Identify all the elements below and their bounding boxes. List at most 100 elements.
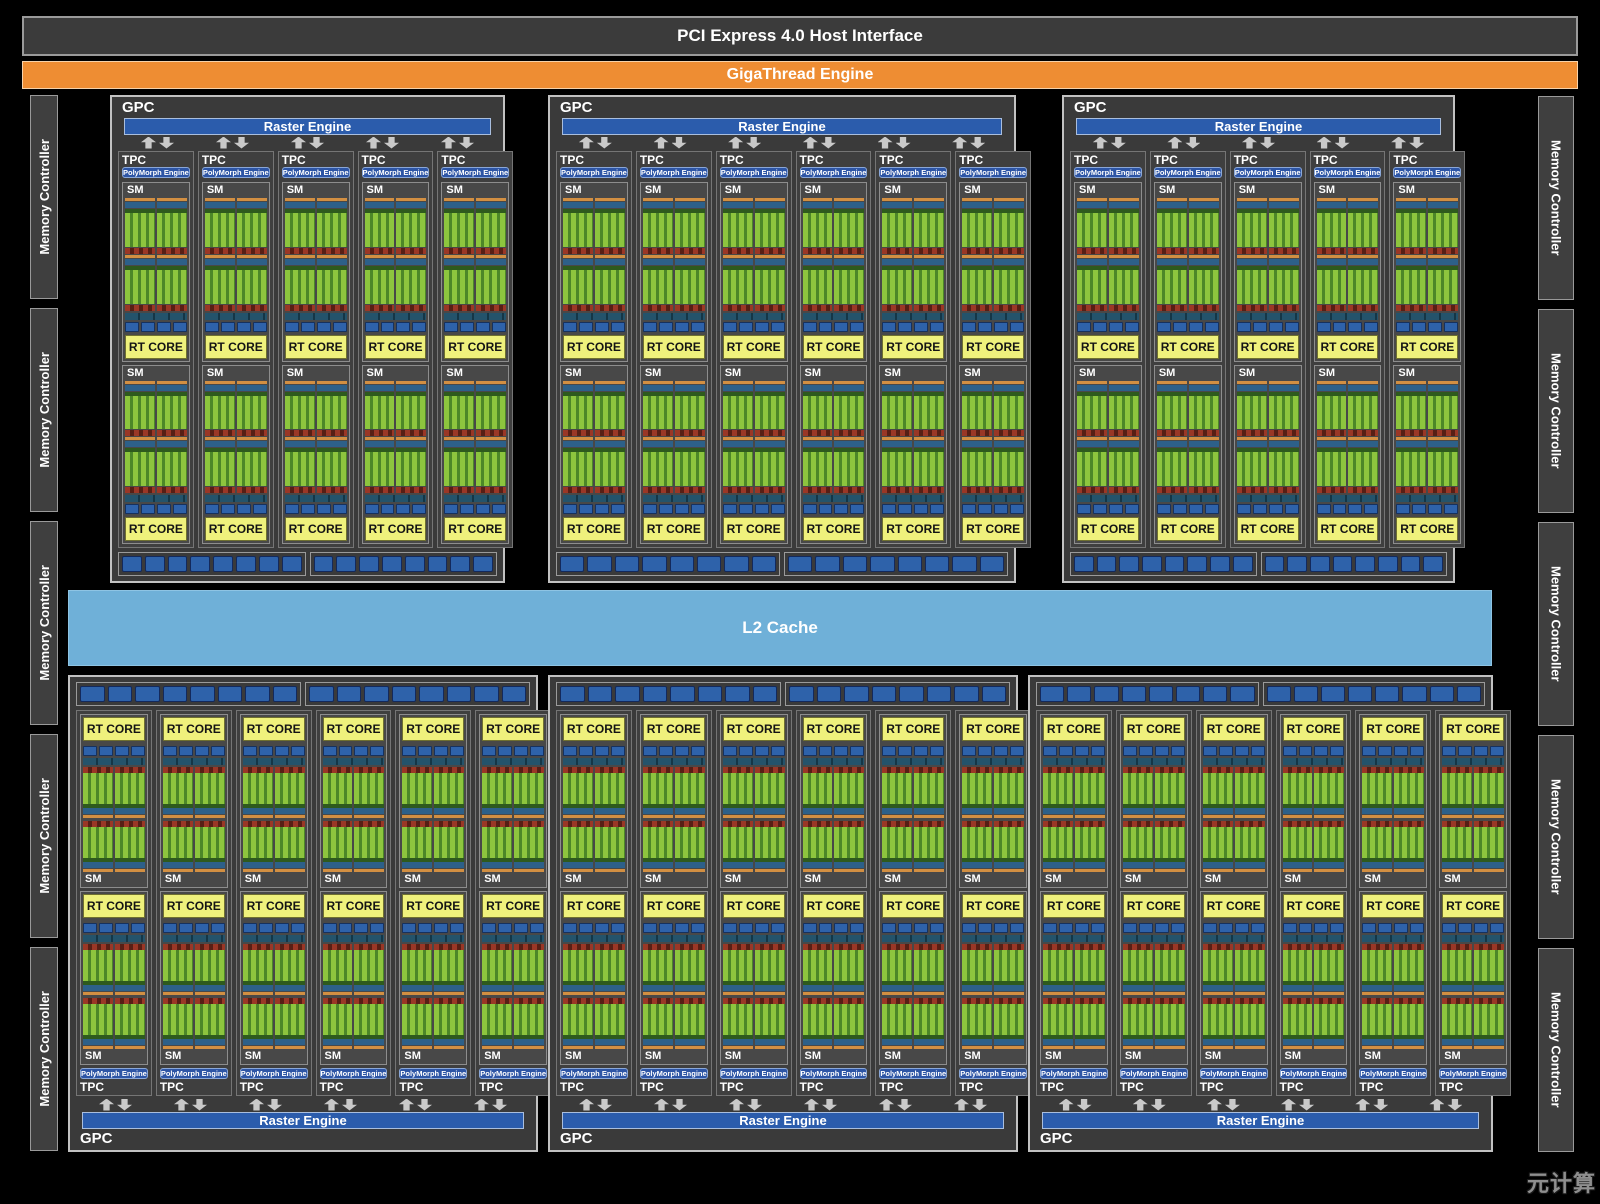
texture-units-bar	[205, 322, 267, 332]
core-row	[803, 997, 865, 1050]
sm-label: SM	[563, 367, 625, 380]
scheduler-bar	[882, 198, 912, 201]
scheduler-bar	[914, 437, 944, 440]
crossbar-segment	[190, 556, 210, 572]
arrow-down-icon	[1077, 1099, 1092, 1111]
crossbar-segment	[844, 686, 869, 702]
cuda-cores	[285, 452, 315, 486]
register-bar	[476, 441, 506, 447]
core-group	[1317, 255, 1347, 311]
scheduler-bar	[1109, 437, 1139, 440]
sm-label: SM	[125, 184, 187, 197]
crossbar-segment	[190, 686, 215, 702]
texture-unit-segment	[370, 746, 384, 756]
texture-unit-segment	[723, 746, 737, 756]
arrow-up-icon	[324, 1099, 339, 1111]
core-group	[1348, 198, 1378, 254]
scheduler-bar	[1394, 1046, 1424, 1049]
sm-block: SMRT CORE	[1359, 891, 1427, 1065]
l1-cache-bar	[803, 758, 865, 765]
sm-block: SMRT CORE	[560, 891, 628, 1065]
core-group	[482, 766, 512, 819]
texture-units-bar	[643, 746, 705, 756]
register-bar	[675, 385, 705, 391]
load-store-bar	[444, 487, 474, 493]
core-row	[1043, 997, 1105, 1050]
core-row	[1442, 820, 1504, 873]
crossbar-segment	[615, 686, 640, 702]
scheduler-bar	[595, 198, 625, 201]
scheduler-bar	[83, 992, 113, 995]
load-store-bar	[755, 305, 785, 311]
scheduler-bar	[195, 992, 225, 995]
l1-cache-bar	[1362, 758, 1424, 765]
arrow-down-icon	[896, 137, 911, 149]
scheduler-bar	[1348, 437, 1378, 440]
arrow-pair	[858, 1097, 933, 1112]
l1-cache-bar	[803, 313, 865, 320]
core-group	[1077, 255, 1107, 311]
core-group	[914, 255, 944, 311]
texture-unit-segment	[253, 322, 267, 332]
sm-block: SMRT CORE	[320, 714, 388, 888]
crossbar-segment	[954, 686, 979, 702]
scheduler-bar	[434, 992, 464, 995]
texture-unit-segment	[1442, 923, 1456, 933]
crossbar-segment	[698, 686, 723, 702]
core-group	[994, 997, 1024, 1050]
sm-label: SM	[83, 873, 145, 886]
scheduler-bar	[243, 1046, 273, 1049]
load-store-bar	[643, 430, 673, 436]
core-row	[1283, 997, 1345, 1050]
register-bar	[834, 441, 864, 447]
scheduler-bar	[1189, 255, 1219, 258]
scheduler-bar	[402, 869, 432, 872]
cuda-cores	[163, 1004, 193, 1035]
cuda-cores	[476, 452, 506, 486]
sm-block: SMRT CORE	[1280, 714, 1348, 888]
scheduler-bar	[1314, 1046, 1344, 1049]
core-group	[243, 820, 273, 873]
texture-unit-segment	[498, 746, 512, 756]
texture-unit-segment	[1299, 746, 1313, 756]
texture-unit-segment	[1010, 322, 1024, 332]
core-group	[723, 820, 753, 873]
register-bar	[1474, 985, 1504, 991]
core-group	[882, 255, 912, 311]
core-group	[1075, 820, 1105, 873]
arrow-pair	[707, 135, 782, 150]
core-group	[354, 766, 384, 819]
cuda-cores	[1075, 827, 1105, 858]
scheduler-bar	[317, 437, 347, 440]
arrow-down-icon	[597, 1099, 612, 1111]
cuda-cores	[1269, 270, 1299, 304]
texture-unit-segment	[333, 322, 347, 332]
texture-units-bar	[1077, 504, 1139, 514]
register-bar	[962, 259, 992, 265]
crossbar-segment	[1430, 686, 1454, 702]
tpc-block: TPCPolyMorph EngineSMRT CORESMRT CORE	[1150, 151, 1226, 548]
core-row	[1077, 255, 1139, 311]
scheduler-bar	[243, 869, 273, 872]
load-store-bar	[755, 487, 785, 493]
texture-units-bar	[1442, 923, 1504, 933]
sm-label: SM	[882, 367, 944, 380]
arrow-pair	[1335, 1097, 1409, 1112]
load-store-bar	[237, 248, 267, 254]
cuda-cores	[563, 950, 593, 981]
core-group	[595, 943, 625, 996]
polymorph-engine-badge: PolyMorph Engine	[1120, 1068, 1188, 1079]
load-store-bar	[882, 430, 912, 436]
core-row	[243, 820, 305, 873]
arrow-up-icon	[1167, 137, 1182, 149]
core-group	[1474, 820, 1504, 873]
tpc-label: TPC	[362, 153, 430, 167]
texture-unit-segment	[482, 923, 496, 933]
load-store-bar	[476, 248, 506, 254]
sm-label: SM	[803, 367, 865, 380]
scheduler-bar	[285, 381, 315, 384]
sm-label: SM	[643, 367, 705, 380]
texture-unit-segment	[994, 746, 1008, 756]
load-store-bar	[1237, 430, 1267, 436]
load-store-bar	[205, 248, 235, 254]
